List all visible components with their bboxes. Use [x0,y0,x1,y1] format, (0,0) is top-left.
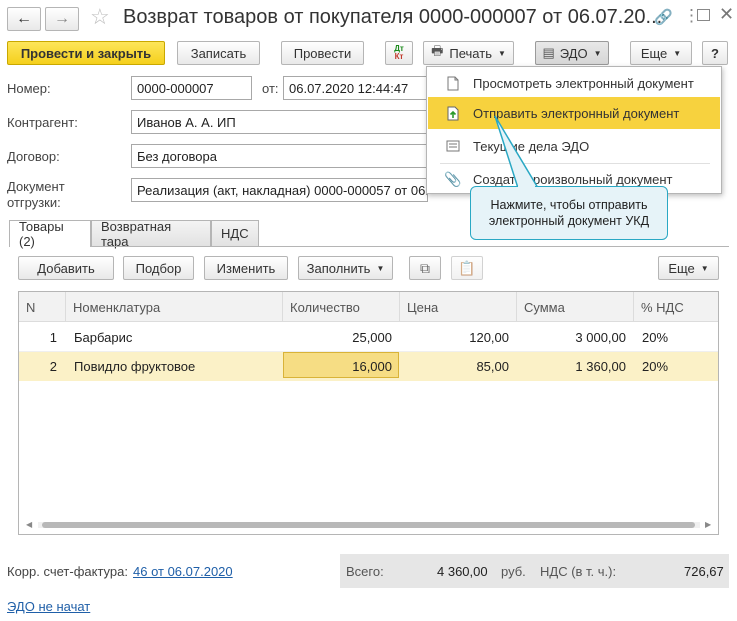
copy-icon: ⧉ [420,259,430,276]
row-item-name: Повидло фруктовое [74,358,196,374]
tab-vat[interactable]: НДС [211,220,259,246]
number-label: Номер: [7,81,51,96]
document-icon [445,75,461,91]
change-button[interactable]: Изменить [204,256,288,280]
vat-total-label: НДС (в т. ч.): [540,564,617,579]
row-sum: 3 000,00 [575,329,626,345]
row-number: 1 [49,329,57,345]
tooltip-pointer-cover [518,186,535,189]
fill-label: Заполнить [306,260,371,276]
vat-total-value: 726,67 [684,564,724,579]
select-items-button[interactable]: Подбор [123,256,194,280]
tabs-divider [9,246,729,247]
tooltip-text: Нажмите, чтобы отправить электронный док… [488,198,650,228]
tasks-icon [445,138,461,154]
totals-panel [340,554,729,588]
print-label: Печать [449,45,492,61]
paperclip-icon: 📎 [444,170,462,187]
fill-button[interactable]: Заполнить ▼ [298,256,393,280]
chevron-down-icon: ▼ [497,48,506,58]
more-button[interactable]: Еще ▼ [630,41,692,65]
tab-goods[interactable]: Товары (2) [9,219,91,249]
tab-returnable-packaging[interactable]: Возвратная тара [91,219,211,249]
menu-item-label: Просмотреть электронный документ [473,75,694,91]
more-label: Еще [640,45,668,61]
chevron-down-icon: ▼ [700,263,709,273]
chevron-down-icon: ▼ [673,48,682,58]
total-value: 4 360,00 [437,564,488,579]
close-icon[interactable]: ✕ [719,4,734,25]
edo-icon: ▤ [542,45,555,60]
column-header-sum[interactable]: Сумма [517,292,634,322]
save-button[interactable]: Записать [177,41,260,65]
row-price: 85,00 [476,358,509,374]
dt-kt-icon: Дт Кт [394,44,404,61]
forward-button[interactable]: → [45,7,79,31]
table-more-label: Еще [668,260,695,276]
copy-button[interactable]: ⧉ [409,256,441,280]
page-title: Возврат товаров от покупателя 0000-00000… [123,6,663,28]
row-sum: 1 360,00 [575,358,626,374]
column-header-name[interactable]: Номенклатура [66,292,283,322]
horizontal-scrollbar-thumb[interactable] [42,522,695,528]
row-item-name: Барбарис [74,329,133,345]
send-document-icon [445,105,461,121]
edo-status-link[interactable]: ЭДО не начат [7,599,90,614]
scroll-right-arrow[interactable]: ▶ [705,520,711,529]
invoice-label: Корр. счет-фактура: [7,564,128,579]
column-header-n[interactable]: N [19,292,66,322]
printer-icon: 🖶 [431,43,444,58]
date-field[interactable]: 06.07.2020 12:44:47 [283,76,428,100]
scroll-left-arrow[interactable]: ◀ [26,520,32,529]
total-label: Всего: [346,564,384,579]
help-button[interactable]: ? [702,41,728,65]
shipment-label-line1: Документ [7,179,65,194]
table-header: N Номенклатура Количество Цена Сумма % Н… [19,292,718,322]
table-more-button[interactable]: Еще ▼ [658,256,719,280]
shipment-label-line2: отгрузки: [7,195,61,210]
paste-icon: 📋 [458,259,476,276]
chevron-down-icon: ▼ [376,263,385,273]
row-quantity: 16,000 [352,358,392,374]
invoice-link[interactable]: 46 от 06.07.2020 [133,564,233,579]
contract-field[interactable]: Без договора [131,144,428,168]
column-header-price[interactable]: Цена [400,292,517,322]
post-button[interactable]: Провести [281,41,364,65]
row-vat: 20% [642,358,669,374]
shipment-document-field[interactable]: Реализация (акт, накладная) 0000-000057 … [131,178,428,202]
row-quantity: 25,000 [352,329,392,345]
row-number: 2 [49,358,57,374]
row-vat: 20% [642,329,669,345]
number-field[interactable]: 0000-000007 [131,76,252,100]
link-icon[interactable]: 🔗 [654,8,673,26]
back-button[interactable]: ← [7,7,41,31]
paste-button[interactable]: 📋 [451,256,483,280]
column-header-quantity[interactable]: Количество [283,292,400,322]
arrow-left-icon: ← [16,10,32,27]
tooltip-callout: Нажмите, чтобы отправить электронный док… [470,186,668,240]
currency-label: руб. [501,564,526,579]
edo-label: ЭДО [559,45,588,61]
post-and-close-button[interactable]: Провести и закрыть [7,41,165,65]
maximize-icon[interactable] [697,9,710,21]
contract-label: Договор: [7,149,60,164]
edo-button[interactable]: ▤ ЭДО ▼ [535,41,609,65]
chevron-down-icon: ▼ [593,48,602,58]
arrow-right-icon: → [54,10,70,27]
counterparty-field[interactable]: Иванов А. А. ИП [131,110,428,134]
favorite-star-icon[interactable]: ☆ [90,4,110,30]
dt-kt-button[interactable]: Дт Кт [385,41,413,65]
print-button[interactable]: 🖶 Печать ▼ [423,41,514,65]
counterparty-label: Контрагент: [7,115,78,130]
row-price: 120,00 [469,329,509,345]
column-header-vat[interactable]: % НДС [634,292,718,322]
add-row-button[interactable]: Добавить [18,256,114,280]
menu-item-view-document[interactable]: Просмотреть электронный документ [428,67,720,99]
date-label: от: [262,81,279,96]
